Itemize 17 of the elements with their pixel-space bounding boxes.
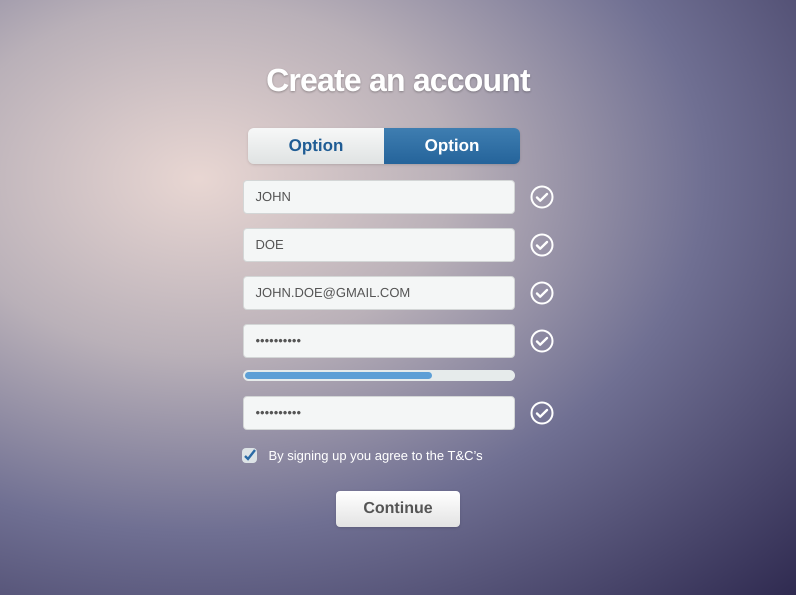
check-circle-icon [530, 233, 554, 257]
input-field[interactable]: JOHN [242, 180, 514, 214]
checkmark-icon [242, 449, 256, 462]
page-title: Create an account [266, 61, 530, 100]
terms-label: By signing up you agree to the T&C’s [268, 447, 483, 465]
check-circle-icon [530, 281, 554, 305]
input-field[interactable]: DOE [242, 228, 514, 262]
check-circle-icon [530, 401, 554, 425]
toggle-option[interactable]: Option [384, 128, 520, 164]
check-circle-icon [530, 329, 554, 353]
continue-button[interactable]: Continue [336, 490, 460, 526]
check-circle-icon [530, 185, 554, 209]
checkbox[interactable] [242, 448, 256, 464]
toggle-option[interactable]: Option [248, 128, 384, 164]
input-field[interactable]: •••••••••• [242, 396, 514, 430]
input-field[interactable]: •••••••••• [242, 324, 514, 358]
input-field[interactable]: JOHN.DOE@GMAIL.COM [242, 276, 514, 310]
